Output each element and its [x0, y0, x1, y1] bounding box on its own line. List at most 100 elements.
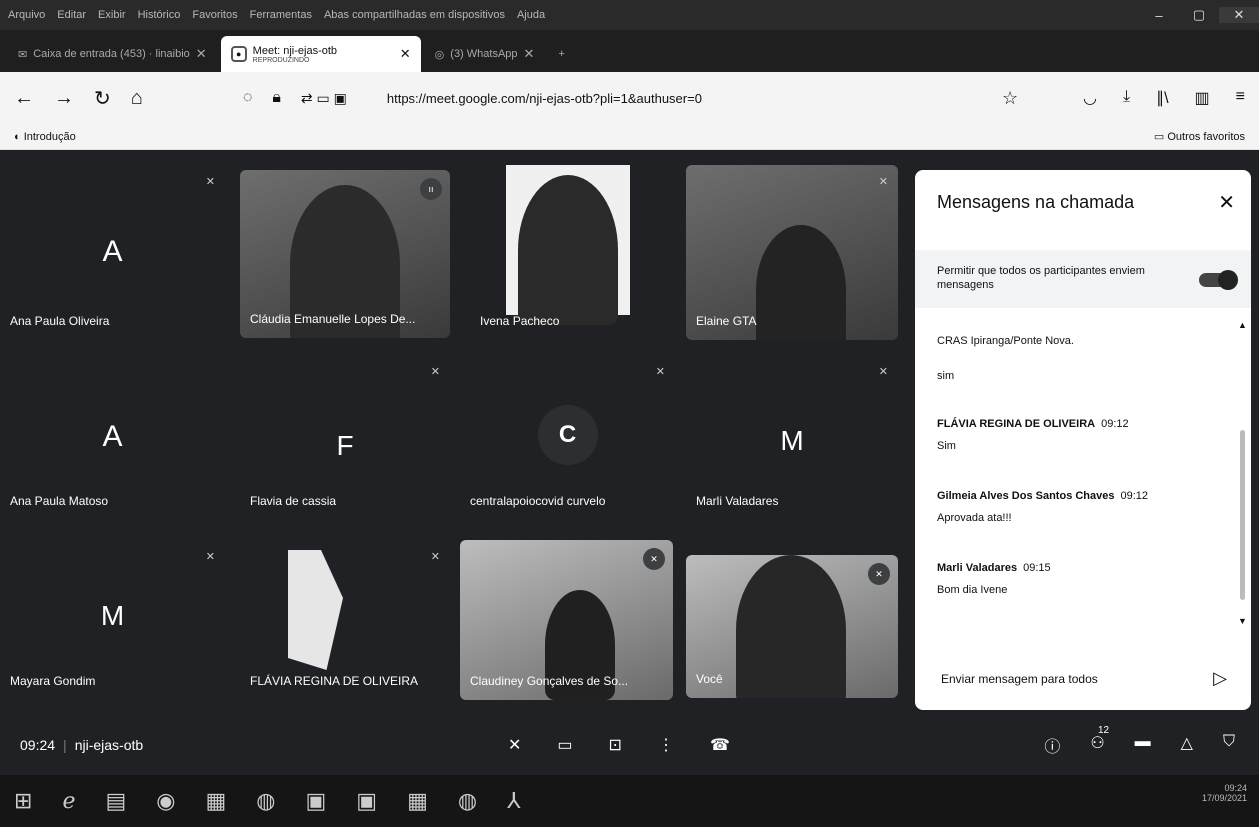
- bookmark-outros-favoritos[interactable]: ▭ Outros favoritos: [1154, 130, 1245, 143]
- site-permissions-icon[interactable]: ⇄ ▭ ▣: [301, 90, 347, 107]
- close-window-icon[interactable]: ✕: [1219, 7, 1259, 23]
- chat-compose: Enviar mensagem para todos ▷: [915, 654, 1251, 710]
- new-tab-button[interactable]: +: [548, 36, 574, 72]
- bookmark-introducao[interactable]: ◐ Introdução: [14, 131, 76, 143]
- chrome-icon[interactable]: ◍: [458, 788, 477, 814]
- scroll-up-icon[interactable]: ▲: [1238, 320, 1247, 330]
- app-icon[interactable]: ◍: [256, 788, 275, 814]
- end-call-icon[interactable]: ☎︎: [710, 735, 730, 755]
- scroll-down-icon[interactable]: ▼: [1238, 616, 1247, 626]
- nav-bar: ← → ↻ ⌂ ◌ 🔒︎ ⇄ ▭ ▣ https://meet.google.c…: [0, 72, 1259, 124]
- publisher-icon[interactable]: ▣: [305, 788, 326, 814]
- internet-explorer-icon[interactable]: ℯ: [62, 788, 75, 814]
- clock-time[interactable]: 09:24: [1202, 783, 1247, 793]
- calculator-icon[interactable]: ▤: [105, 788, 126, 814]
- clock-date[interactable]: 17/09/2021: [1202, 793, 1247, 803]
- shield-icon[interactable]: ◌: [243, 89, 253, 107]
- menu-item-exibir[interactable]: Exibir: [98, 9, 126, 21]
- avatar: M: [780, 425, 804, 456]
- menu-item-favoritos[interactable]: Favoritos: [192, 9, 237, 21]
- menu-item-ajuda[interactable]: Ajuda: [517, 9, 545, 21]
- tab-label: (3) WhatsApp: [450, 48, 518, 60]
- host-controls-icon[interactable]: ⛉: [1223, 733, 1235, 757]
- tab-label: Caixa de entrada (453) · linaibio: [33, 48, 190, 60]
- participant-tile[interactable]: ✕ Você: [686, 555, 898, 698]
- file-explorer-icon[interactable]: ▦: [205, 788, 226, 814]
- tab-gmail[interactable]: ✉ Caixa de entrada (453) · linaibio ✕: [8, 36, 217, 72]
- close-tab-icon[interactable]: ✕: [400, 46, 411, 62]
- close-tab-icon[interactable]: ✕: [524, 46, 535, 62]
- participant-tile[interactable]: M ✕ Mayara Gondim: [0, 540, 225, 700]
- menu-item-arquivo[interactable]: Arquivo: [8, 9, 45, 21]
- word-icon[interactable]: ▣: [356, 788, 377, 814]
- lock-icon[interactable]: 🔒︎: [272, 89, 281, 107]
- allow-messages-toggle[interactable]: [1199, 270, 1238, 290]
- muted-mic-icon: ✕: [878, 366, 888, 378]
- call-controls: ✕ ▭ ⊡ ⋮ ☎︎: [508, 735, 730, 755]
- participant-tile[interactable]: A ✕ Ana Paula Oliveira: [0, 165, 225, 340]
- participant-tile[interactable]: ✕ Elaine GTA: [686, 165, 898, 340]
- forward-icon[interactable]: →: [54, 87, 74, 110]
- acrobat-icon[interactable]: ⅄: [507, 788, 520, 814]
- windows-start-icon[interactable]: ⊞: [14, 788, 32, 814]
- participant-name: FLÁVIA REGINA DE OLIVEIRA: [250, 674, 419, 688]
- participant-tile[interactable]: M ✕ Marli Valadares: [686, 355, 898, 520]
- download-icon[interactable]: ⤓: [1123, 88, 1130, 108]
- muted-mic-icon: ✕: [643, 548, 665, 570]
- close-tab-icon[interactable]: ✕: [196, 46, 207, 62]
- bookmark-label: Introdução: [23, 130, 76, 143]
- participant-name: Elaine GTA: [696, 314, 757, 328]
- participant-tile[interactable]: ✕ FLÁVIA REGINA DE OLIVEIRA: [240, 540, 450, 700]
- participant-tile[interactable]: A Ana Paula Matoso: [0, 355, 225, 520]
- people-icon[interactable]: ⚇: [1090, 733, 1104, 757]
- menu-bar: Arquivo Editar Exibir Histórico Favorito…: [0, 0, 1259, 30]
- participant-name: Claudiney Gonçalves de So...: [470, 674, 629, 688]
- back-icon[interactable]: ←: [14, 87, 34, 110]
- close-icon[interactable]: ✕: [1218, 190, 1235, 215]
- maximize-icon[interactable]: ▢: [1179, 7, 1219, 23]
- message-text: CRAS Ipiranga/Ponte Nova.: [937, 335, 1074, 347]
- minimize-icon[interactable]: –: [1139, 8, 1179, 23]
- pocket-icon[interactable]: ◡: [1083, 88, 1097, 108]
- firefox-icon[interactable]: ◉: [156, 788, 175, 814]
- activities-icon[interactable]: △: [1181, 733, 1193, 757]
- chat-scrollbar[interactable]: ▲ ▼: [1238, 320, 1247, 626]
- send-icon[interactable]: ▷: [1213, 668, 1227, 689]
- mic-off-icon[interactable]: ✕: [508, 735, 521, 755]
- participant-tile[interactable]: Ivena Pacheco: [470, 165, 670, 340]
- participant-video: [288, 550, 343, 670]
- url-bar[interactable]: https://meet.google.com/nji-ejas-otb?pli…: [387, 91, 702, 106]
- menu-item-ferramentas[interactable]: Ferramentas: [250, 9, 312, 21]
- hamburger-menu-icon[interactable]: ≡: [1236, 88, 1245, 108]
- muted-mic-icon: ✕: [868, 563, 890, 585]
- present-icon[interactable]: ⊡: [609, 735, 622, 755]
- participant-name: Você: [696, 672, 723, 686]
- info-icon[interactable]: ⓘ: [1044, 733, 1060, 757]
- menu-item-editar[interactable]: Editar: [57, 9, 86, 21]
- sidebar-icon[interactable]: ▥: [1195, 88, 1210, 108]
- tab-whatsapp[interactable]: ◎ (3) WhatsApp ✕: [425, 36, 545, 72]
- menu-item-historico[interactable]: Histórico: [138, 9, 181, 21]
- home-icon[interactable]: ⌂: [131, 87, 143, 110]
- participant-video: [756, 225, 846, 340]
- chat-title: Mensagens na chamada: [937, 192, 1135, 212]
- participant-tile[interactable]: ✕ Claudiney Gonçalves de So...: [460, 540, 673, 700]
- bookmark-star-icon[interactable]: ☆: [1002, 88, 1018, 109]
- menu-item-abas[interactable]: Abas compartilhadas em dispositivos: [324, 9, 505, 21]
- bookmark-label: Outros favoritos: [1167, 131, 1245, 143]
- reload-icon[interactable]: ↻: [94, 86, 111, 111]
- camera-icon[interactable]: ▭: [557, 735, 572, 755]
- chat-input[interactable]: Enviar mensagem para todos: [941, 672, 1098, 686]
- window-controls: – ▢ ✕: [1139, 0, 1259, 30]
- chat-icon[interactable]: ▬: [1135, 733, 1151, 757]
- library-icon[interactable]: ∥\: [1156, 88, 1168, 108]
- avatar: M: [100, 600, 125, 631]
- participant-tile[interactable]: ıı Cláudia Emanuelle Lopes De...: [240, 170, 450, 338]
- avatar: A: [102, 235, 123, 268]
- more-options-icon[interactable]: ⋮: [658, 735, 674, 755]
- participant-tile[interactable]: C ✕ centralapoiocovid curvelo: [460, 355, 675, 520]
- tab-meet[interactable]: ● Meet: nji-ejas-otb REPRODUZINDO ✕: [220, 36, 421, 72]
- participant-tile[interactable]: F ✕ Flavia de cassia: [240, 355, 450, 520]
- excel-icon[interactable]: ▦: [407, 788, 428, 814]
- muted-mic-icon: ✕: [430, 551, 440, 563]
